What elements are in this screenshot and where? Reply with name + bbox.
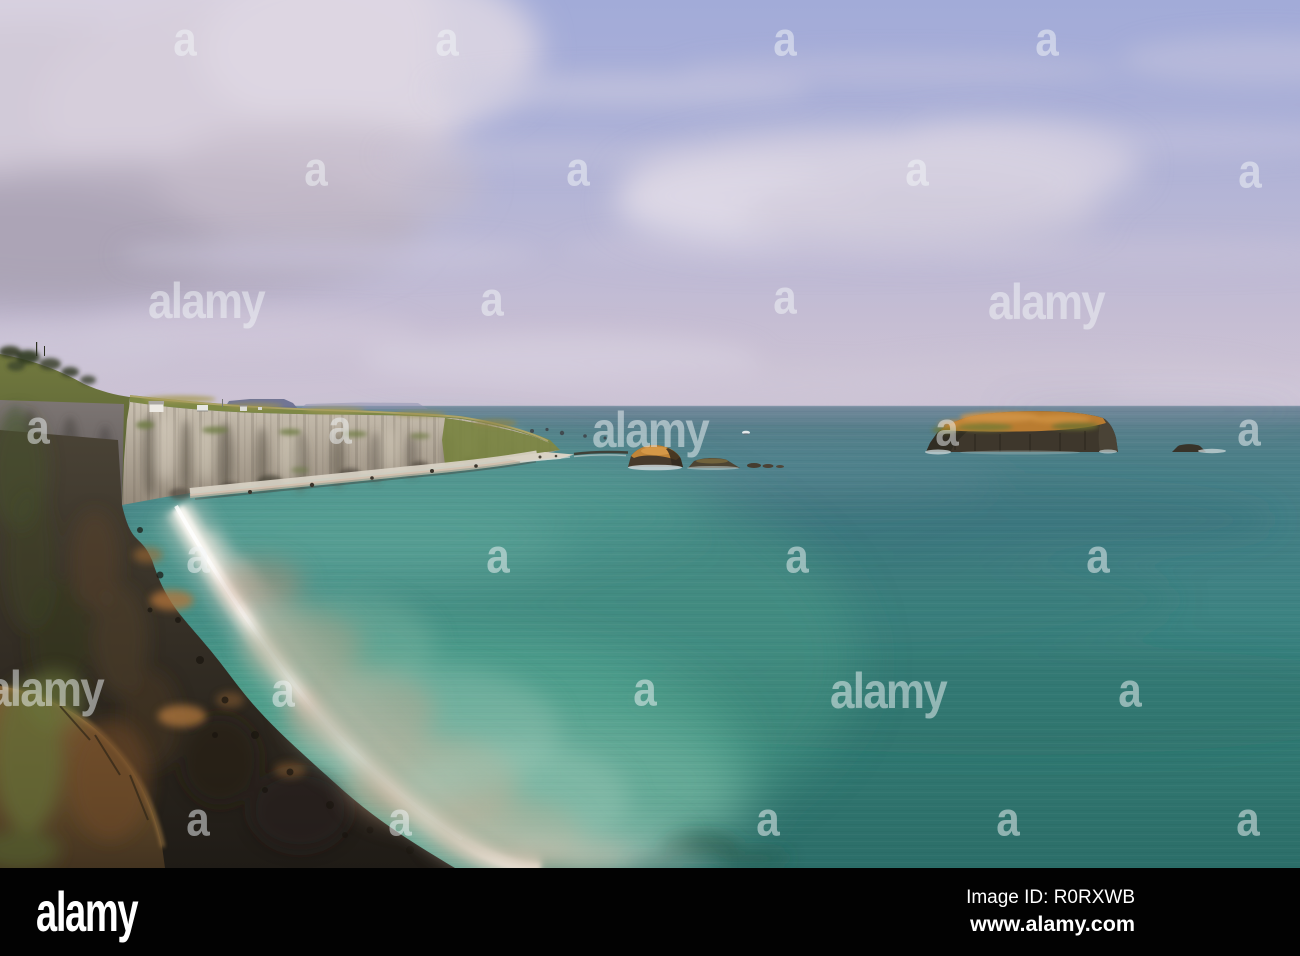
- coastal-scene: [0, 0, 1300, 868]
- boat: [742, 430, 750, 435]
- footer-info: Image ID: R0RXWB www.alamy.com: [966, 886, 1135, 939]
- alamy-url-text: www.alamy.com: [970, 912, 1135, 937]
- alamy-logo: alamy: [36, 880, 139, 943]
- image-id-text: Image ID: R0RXWB: [966, 886, 1135, 908]
- stock-photo-page: alamyalamyalamyalamyalamyaaaaaaaaaaaaaaa…: [0, 0, 1300, 956]
- footer-bar: alamy Image ID: R0RXWB www.alamy.com: [0, 868, 1300, 956]
- photo: [0, 0, 1300, 868]
- small-hut: [240, 406, 247, 411]
